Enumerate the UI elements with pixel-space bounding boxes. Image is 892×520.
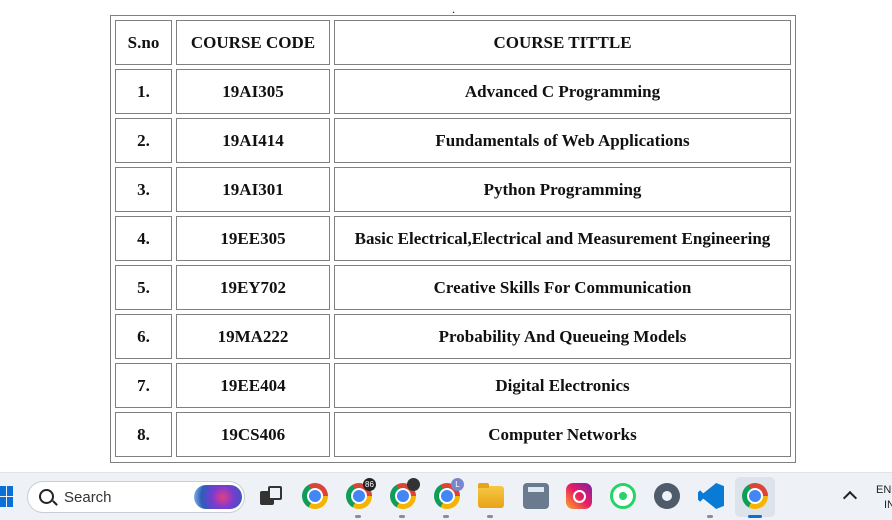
search-label: Search xyxy=(64,489,112,506)
cell-sno: 7. xyxy=(115,363,172,408)
chrome-profile-icon[interactable]: L xyxy=(434,478,464,509)
whatsapp-icon[interactable] xyxy=(610,483,636,509)
cell-sno: 2. xyxy=(115,118,172,163)
task-view-icon[interactable] xyxy=(258,483,284,509)
chrome-profile-icon[interactable]: 86 xyxy=(346,478,376,509)
cell-sno: 6. xyxy=(115,314,172,359)
courses-table: S.no COURSE CODE COURSE TITTLE 1. 19AI30… xyxy=(111,16,795,461)
file-explorer-icon[interactable] xyxy=(478,483,504,508)
running-indicator xyxy=(707,515,713,518)
chrome-icon[interactable] xyxy=(302,483,328,509)
cell-sno: 4. xyxy=(115,216,172,261)
cell-course-code: 19EY702 xyxy=(176,265,330,310)
cell-course-code: 19CS406 xyxy=(176,412,330,457)
table-row: 8. 19CS406 Computer Networks xyxy=(115,412,791,457)
cell-course-code: 19AI305 xyxy=(176,69,330,114)
cell-sno: 1. xyxy=(115,69,172,114)
courses-table-container: S.no COURSE CODE COURSE TITTLE 1. 19AI30… xyxy=(110,15,796,463)
header-course-code: COURSE CODE xyxy=(176,20,330,65)
cell-course-title: Computer Networks xyxy=(334,412,791,457)
cell-course-code: 19EE404 xyxy=(176,363,330,408)
cell-course-code: 19EE305 xyxy=(176,216,330,261)
taskbar-search-box[interactable]: Search xyxy=(27,481,245,513)
running-indicator xyxy=(399,515,405,518)
taskbar: Search 86 L EN IN xyxy=(0,472,892,520)
vscode-icon[interactable] xyxy=(698,483,724,509)
instagram-icon[interactable] xyxy=(566,483,592,509)
lang-code: EN xyxy=(876,484,892,496)
cell-sno: 5. xyxy=(115,265,172,310)
cell-course-code: 19MA222 xyxy=(176,314,330,359)
cell-sno: 3. xyxy=(115,167,172,212)
table-row: 6. 19MA222 Probability And Queueing Mode… xyxy=(115,314,791,359)
running-indicator xyxy=(355,515,361,518)
cell-course-code: 19AI301 xyxy=(176,167,330,212)
running-indicator xyxy=(487,515,493,518)
table-header-row: S.no COURSE CODE COURSE TITTLE xyxy=(115,20,791,65)
cell-course-title: Python Programming xyxy=(334,167,791,212)
chevron-up-icon[interactable] xyxy=(842,490,858,506)
running-indicator xyxy=(443,515,449,518)
table-row: 3. 19AI301 Python Programming xyxy=(115,167,791,212)
windows-start-icon[interactable] xyxy=(0,486,14,508)
cell-course-title: Creative Skills For Communication xyxy=(334,265,791,310)
table-row: 1. 19AI305 Advanced C Programming xyxy=(115,69,791,114)
header-sno: S.no xyxy=(115,20,172,65)
cell-sno: 8. xyxy=(115,412,172,457)
profile-avatar-icon xyxy=(407,478,420,491)
lang-region: IN xyxy=(884,499,892,511)
table-row: 2. 19AI414 Fundamentals of Web Applicati… xyxy=(115,118,791,163)
table-row: 7. 19EE404 Digital Electronics xyxy=(115,363,791,408)
profile-badge: L xyxy=(451,478,464,491)
cell-course-title: Probability And Queueing Models xyxy=(334,314,791,359)
search-highlight-image xyxy=(194,485,242,509)
cell-course-code: 19AI414 xyxy=(176,118,330,163)
chrome-profile-icon[interactable] xyxy=(390,478,420,509)
table-row: 4. 19EE305 Basic Electrical,Electrical a… xyxy=(115,216,791,261)
cell-course-title: Digital Electronics xyxy=(334,363,791,408)
input-language-indicator[interactable]: EN IN xyxy=(876,483,892,513)
chrome-active-icon[interactable] xyxy=(742,483,768,509)
cell-course-title: Advanced C Programming xyxy=(334,69,791,114)
profile-badge: 86 xyxy=(363,478,376,491)
cell-course-title: Fundamentals of Web Applications xyxy=(334,118,791,163)
header-course-title: COURSE TITTLE xyxy=(334,20,791,65)
cell-course-title: Basic Electrical,Electrical and Measurem… xyxy=(334,216,791,261)
table-row: 5. 19EY702 Creative Skills For Communica… xyxy=(115,265,791,310)
active-indicator xyxy=(748,515,762,518)
search-icon xyxy=(39,489,54,504)
calculator-icon[interactable] xyxy=(523,483,549,509)
settings-gear-icon[interactable] xyxy=(654,483,680,509)
